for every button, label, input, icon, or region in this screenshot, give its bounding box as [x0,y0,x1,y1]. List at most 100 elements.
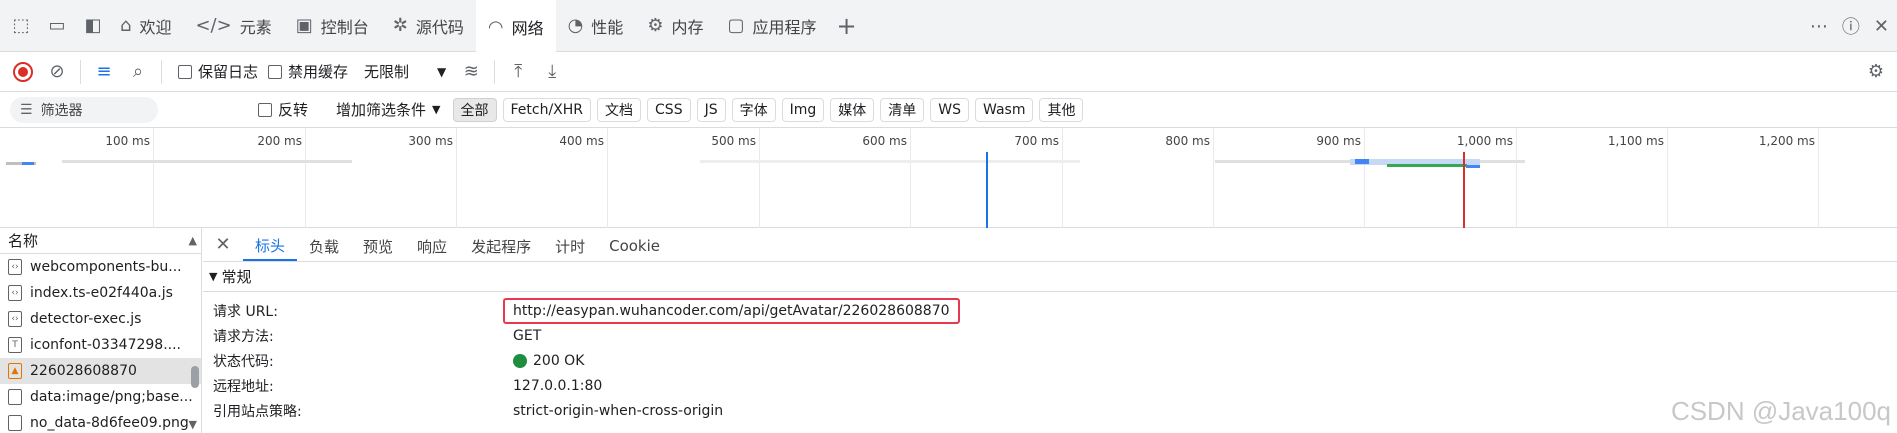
chip-media[interactable]: 媒体 [830,97,875,122]
invert-checkbox[interactable]: 反转 [258,99,308,120]
dom-content-loaded-line [986,152,988,228]
chevron-down-icon[interactable]: ▼ [437,65,446,79]
tab-welcome[interactable]: ⌂ 欢迎 [108,0,183,52]
request-row[interactable]: ‹› index.ts-e02f440a.js [0,280,201,306]
timeline-request-bar [62,160,352,163]
chip-font[interactable]: 字体 [731,97,776,122]
tab-payload[interactable]: 负载 [297,231,351,261]
timeline-tick: 900 ms [1316,128,1365,228]
disable-cache-checkbox[interactable]: 禁用缓存 [268,61,348,82]
network-toolbar: ⊘ ≡ ⌕ 保留日志 禁用缓存 无限制 ▼ ≋ ⤒ ⤓ ⚙ [0,52,1897,92]
name-column-header[interactable]: 名称 ▲ [0,228,201,254]
help-icon[interactable]: ⓘ [1842,13,1860,39]
general-section-header[interactable]: ▼ 常规 [203,262,1897,292]
chevron-down-icon: ▼ [432,103,441,116]
preserve-log-checkbox[interactable]: 保留日志 [178,61,258,82]
resource-type-chips: 全部 Fetch/XHR 文档 CSS JS 字体 Img 媒体 清单 WS W… [452,97,1084,122]
filter-input[interactable]: ☰ 筛选器 [10,96,158,123]
font-file-icon: T [8,337,22,353]
console-icon: ▣ [295,15,313,36]
chip-all[interactable]: 全部 [452,97,497,122]
tab-cookies[interactable]: Cookie [597,231,672,261]
network-overview-timeline[interactable]: 100 ms 200 ms 300 ms 400 ms 500 ms 600 m… [0,128,1897,228]
detail-tabs: ✕ 标头 负载 预览 响应 发起程序 计时 Cookie [203,228,1897,262]
request-row-selected[interactable]: ▲ 226028608870 [0,358,201,384]
request-url-value[interactable]: http://easypan.wuhancoder.com/api/getAva… [503,297,960,324]
request-row[interactable]: ‹› detector-exec.js [0,306,201,332]
clear-icon: ⊘ [49,61,65,82]
throttle-select[interactable]: 无限制 [364,61,409,82]
close-devtools-icon[interactable]: ✕ [1874,16,1889,37]
header-row-request-url: 请求 URL: http://easypan.wuhancoder.com/ap… [203,297,1897,324]
tab-application[interactable]: ▢ 应用程序 [715,0,828,52]
tab-elements[interactable]: </> 元素 [183,0,283,52]
divider [494,59,496,84]
header-row-referrer-policy: 引用站点策略: strict-origin-when-cross-origin [213,402,724,420]
request-row[interactable]: Ticonfont-03347298.... [0,332,201,358]
tab-memory[interactable]: ⚙ 内存 [635,0,715,52]
chip-js[interactable]: JS [696,97,726,122]
download-icon: ⤓ [548,61,557,82]
image-file-icon [8,389,22,405]
timeline-tick: 700 ms [1014,128,1063,228]
watermark: CSDN @Java100q [1670,396,1891,426]
request-detail-panel: ✕ 标头 负载 预览 响应 发起程序 计时 Cookie ▼ 常规 请求 URL… [203,228,1897,433]
chip-ws[interactable]: WS [930,97,969,122]
tab-initiator[interactable]: 发起程序 [459,231,543,261]
checkbox-box[interactable] [258,102,272,117]
timeline-tick: 1,100 ms [1608,128,1668,228]
memory-icon: ⚙ [647,15,664,36]
record-button[interactable] [6,55,40,89]
checkbox-box[interactable] [268,64,283,79]
chip-wasm[interactable]: Wasm [975,97,1034,122]
wifi-settings-icon: ≋ [463,61,479,82]
script-file-icon: ‹› [8,311,22,327]
more-filters-dropdown[interactable]: 增加筛选条件 ▼ [336,99,440,120]
tab-headers[interactable]: 标头 [243,231,298,261]
import-har-button[interactable]: ⤒ [501,55,535,89]
header-row-method: 请求方法: GET [213,327,542,345]
scrollbar-thumb[interactable] [191,366,199,388]
filter-toggle-button[interactable]: ≡ [87,55,121,89]
device-emulation-icon[interactable]: ▭ [42,11,72,41]
more-icon[interactable]: ⋯ [1810,16,1828,37]
tab-console[interactable]: ▣ 控制台 [284,0,381,52]
close-detail-button[interactable]: ✕ [203,227,243,261]
tab-network[interactable]: ◠ 网络 [475,0,556,52]
filter-placeholder: 筛选器 [40,102,83,119]
tab-sources[interactable]: ✲ 源代码 [381,0,476,52]
add-tab-icon[interactable]: + [837,12,857,40]
dock-icon[interactable]: ◧ [78,11,108,41]
tab-preview[interactable]: 预览 [351,231,405,261]
tabbar-actions: ⋯ ⓘ ✕ [1810,0,1897,52]
chip-css[interactable]: CSS [647,97,691,122]
network-settings-button[interactable]: ⚙ [1859,55,1893,89]
export-har-button[interactable]: ⤓ [535,55,569,89]
inspect-icon[interactable]: ⬚ [6,11,36,41]
chip-fetch-xhr[interactable]: Fetch/XHR [502,97,592,122]
timeline-request-bar [700,160,1080,163]
wifi-icon: ◠ [487,16,504,38]
tab-performance[interactable]: ◔ 性能 [556,0,636,52]
scroll-down-icon[interactable]: ▼ [189,418,197,431]
scroll-up-icon[interactable]: ▲ [189,234,197,247]
network-conditions-button[interactable]: ≋ [454,55,488,89]
request-row[interactable]: no_data-8d6fee09.png [0,410,201,433]
status-ok-icon [513,353,527,368]
chip-img[interactable]: Img [781,97,825,122]
upload-icon: ⤒ [514,61,523,82]
request-row[interactable]: data:image/png;base... [0,384,201,410]
tab-response[interactable]: 响应 [405,231,459,261]
search-button[interactable]: ⌕ [121,55,155,89]
chip-manifest[interactable]: 清单 [880,97,925,122]
record-icon [13,61,33,82]
status-code-value: 200 OK [533,352,585,369]
app-icon: ▢ [727,15,745,36]
filter-icon: ≡ [96,61,112,82]
tab-timing[interactable]: 计时 [543,231,597,261]
chip-other[interactable]: 其他 [1039,97,1084,122]
chip-doc[interactable]: 文档 [597,97,642,122]
checkbox-box[interactable] [178,64,192,79]
clear-button[interactable]: ⊘ [40,55,74,89]
request-row[interactable]: ‹› webcomponents-bu... [0,254,201,280]
